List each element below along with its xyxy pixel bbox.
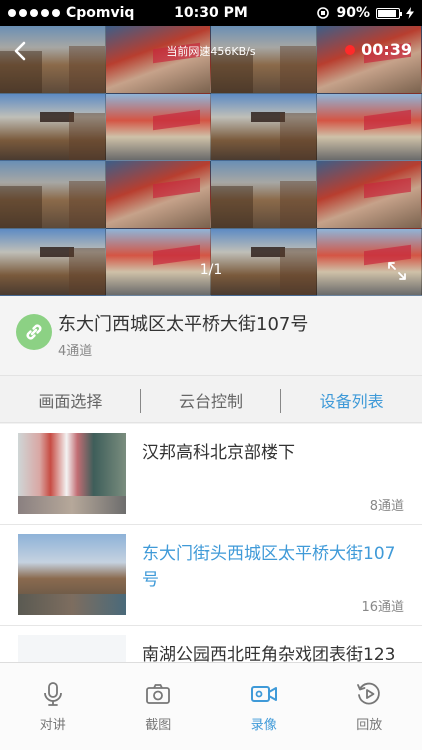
device-title: 南湖公园西北旺角杂戏团表街123 [142,645,396,662]
list-item[interactable]: 东大门街头西城区太平桥大街107号 16通道 [0,525,422,626]
video-icon [250,686,277,702]
charging-icon [406,7,414,19]
device-title: 东大门街头西城区太平桥大街107号 [142,544,396,590]
camera-tile[interactable] [105,161,211,229]
bottom-toolbar: 对讲 截图 录像 回放 [0,662,422,750]
tool-label: 对讲 [39,718,66,733]
list-item[interactable]: 南湖公园西北旺角杂戏团表街123 [0,626,422,662]
tool-label: 录像 [250,718,277,733]
camera-tile[interactable] [0,93,106,161]
recording-dot-icon [345,44,356,55]
screenshot-button[interactable]: 截图 [106,663,212,750]
recording-indicator: 00:39 [345,40,412,59]
battery-percent: 90% [336,5,370,21]
camera-tile[interactable] [211,93,317,161]
camera-icon [146,684,171,704]
battery-icon [376,7,402,19]
playback-icon [357,682,381,705]
device-channel-count: 8通道 [369,499,404,514]
tab-screen-select[interactable]: 画面选择 [0,377,141,422]
device-info: 东大门西城区太平桥大街107号 4通道 [0,296,422,376]
recording-time: 00:39 [361,40,412,59]
record-button[interactable]: 录像 [211,663,317,750]
video-preview[interactable]: 当前网速456KB/s 00:39 1/1 [0,26,422,296]
device-list[interactable]: 汉邦高科北京部楼下 8通道 东大门街头西城区太平桥大街107号 16通道 南湖公… [0,424,422,662]
camera-grid [0,26,422,296]
link-icon [16,314,52,350]
device-title: 汉邦高科北京部楼下 [142,443,295,463]
device-channel-count: 16通道 [361,600,404,615]
page-indicator: 1/1 [199,262,223,278]
tab-ptz-control[interactable]: 云台控制 [141,377,282,422]
camera-tile[interactable] [105,93,211,161]
orientation-lock-icon [317,7,330,19]
device-thumbnail [18,433,126,514]
camera-tile[interactable] [105,26,211,94]
device-thumbnail [18,534,126,615]
camera-tile[interactable] [0,161,106,229]
status-bar: Cpomviq 10:30 PM 90% [0,0,422,26]
device-channels: 4通道 [58,344,93,359]
camera-tile[interactable] [316,93,422,161]
list-item[interactable]: 汉邦高科北京部楼下 8通道 [0,424,422,525]
camera-tile[interactable] [211,26,317,94]
camera-tile[interactable] [316,161,422,229]
talk-button[interactable]: 对讲 [0,663,106,750]
device-thumbnail [18,635,126,662]
function-tabs: 画面选择 云台控制 设备列表 [0,377,422,423]
tool-label: 截图 [145,718,172,733]
battery-group: 90% [316,5,414,21]
tab-label: 设备列表 [319,391,384,411]
device-name: 东大门西城区太平桥大街107号 [58,314,309,335]
camera-tile[interactable] [211,161,317,229]
camera-tile[interactable] [316,26,422,94]
tool-label: 回放 [356,718,383,733]
playback-button[interactable]: 回放 [317,663,422,750]
tab-label: 云台控制 [179,391,244,411]
tab-label: 画面选择 [38,391,103,411]
fullscreen-icon[interactable] [386,260,408,282]
tab-device-list[interactable]: 设备列表 [281,377,422,422]
microphone-icon [43,682,62,706]
